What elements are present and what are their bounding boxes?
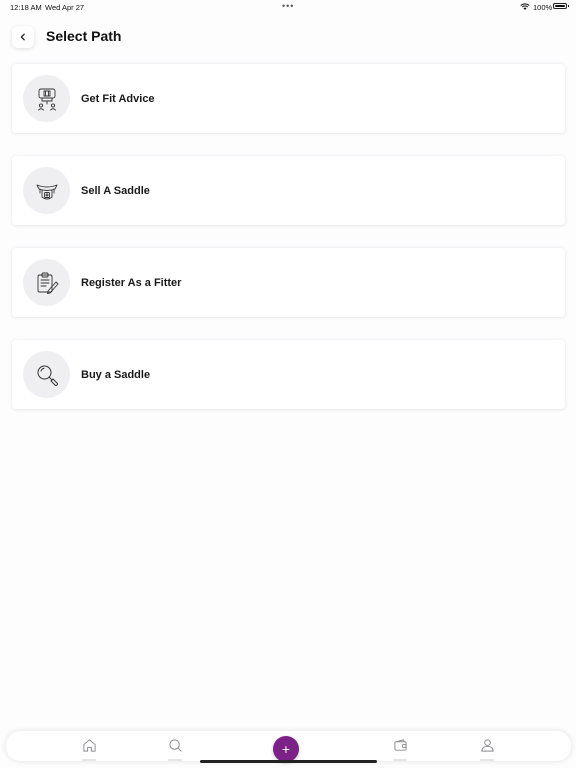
option-label: Get Fit Advice — [81, 93, 155, 105]
option-register-as-a-fitter[interactable]: Register As a Fitter — [12, 248, 565, 317]
option-label: Buy a Saddle — [81, 369, 151, 381]
option-label: Register As a Fitter — [81, 277, 182, 289]
battery-percent: 100% — [533, 3, 553, 12]
wallet-icon — [393, 738, 407, 751]
icon-circle — [23, 351, 70, 398]
tab-search[interactable] — [167, 737, 183, 753]
search-icon — [168, 738, 182, 752]
option-sell-a-saddle[interactable]: Sell A Saddle — [12, 156, 565, 225]
status-date: Wed Apr 27 — [45, 3, 85, 12]
tab-indicator — [393, 759, 407, 761]
option-buy-a-saddle[interactable]: Buy a Saddle — [12, 340, 565, 409]
battery-fill — [555, 5, 565, 7]
horse-saddle-fit-icon — [37, 88, 56, 110]
icon-circle — [23, 75, 70, 122]
header: Select Path — [0, 24, 576, 50]
back-button[interactable] — [12, 26, 34, 48]
multitasking-dots[interactable]: ••• — [282, 1, 294, 11]
icon-circle — [23, 259, 70, 306]
option-get-fit-advice[interactable]: Get Fit Advice — [12, 64, 565, 133]
saddle-icon — [36, 184, 57, 199]
status-bar: 12:18 AM Wed Apr 27 ••• 100% — [0, 0, 576, 14]
tab-home[interactable] — [81, 737, 97, 753]
battery-icon — [553, 3, 569, 9]
status-time: 12:18 AM — [10, 3, 42, 12]
home-indicator[interactable] — [200, 760, 377, 763]
path-options-list: Get Fit Advice Sell A Saddle Register As… — [12, 64, 565, 432]
page-title: Select Path — [46, 28, 122, 44]
chevron-left-icon — [20, 33, 25, 41]
tab-indicator — [480, 759, 494, 761]
option-label: Sell A Saddle — [81, 185, 150, 197]
tab-indicator — [168, 759, 182, 761]
tab-wallet[interactable] — [392, 737, 408, 753]
tab-indicator — [82, 759, 96, 761]
magnifier-icon — [37, 365, 58, 386]
tab-profile[interactable] — [479, 737, 495, 753]
add-button[interactable]: + — [273, 736, 299, 762]
icon-circle — [23, 167, 70, 214]
home-icon — [82, 738, 96, 752]
wifi-icon — [520, 3, 530, 10]
clipboard-pencil-icon — [37, 272, 58, 294]
profile-icon — [480, 738, 494, 752]
